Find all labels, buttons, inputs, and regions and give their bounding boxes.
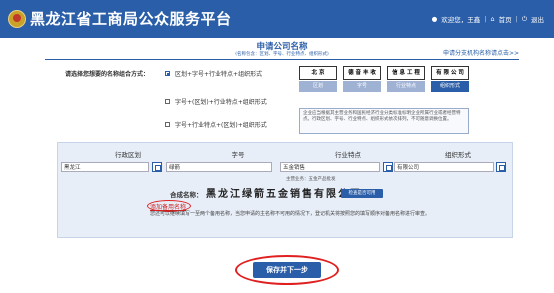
alternate-name-note: 您还可以继续填写一至两个备用名称，当您申请的主名称不可用的情况下，登记机关将按照…: [150, 211, 431, 217]
column-header-orgform: 组织形式: [445, 151, 471, 159]
example-card-region: 北 京 区划: [299, 66, 337, 92]
combo-option-2[interactable]: 字号+(区划)+行业特点+组织形式: [165, 97, 267, 106]
name-fields-box: 行政区划 字号 行业特点 组织形式 黑龙江 绿箭 五金销售 有限公司 主营业务：…: [57, 142, 513, 238]
checkbox-checked[interactable]: [165, 71, 170, 76]
user-greeting[interactable]: 欢迎您，王鑫: [441, 14, 480, 24]
logout-icon: ⏻: [521, 14, 527, 23]
home-link[interactable]: 首页: [499, 14, 512, 24]
industry-picker-icon[interactable]: [383, 162, 393, 172]
region-picker-icon[interactable]: [152, 162, 162, 172]
highlight-ellipse: [235, 255, 339, 285]
orgform-input[interactable]: 有限公司: [394, 162, 494, 172]
composed-name: 黑龙江绿箭五金销售有限公司: [206, 189, 362, 200]
composed-name-label: 合成名称：: [170, 191, 203, 199]
emblem-logo-icon: [8, 10, 26, 28]
column-header-brand: 字号: [231, 151, 245, 159]
combo-option-3[interactable]: 字号+行业特点+(区划)+组织形式: [165, 120, 267, 129]
example-chars: 德 音 丰 收: [343, 66, 381, 80]
example-tag[interactable]: 区划: [299, 81, 337, 92]
example-card-industry: 信 息 工 程 行业特点: [387, 66, 425, 92]
top-header: 黑龙江省工商局公众服务平台 ● 欢迎您，王鑫 | ⌂ 首页 | ⏻ 退出: [0, 0, 554, 38]
combo-option-label: 区划+字号+行业特点+组织形式: [175, 71, 263, 78]
example-tag[interactable]: 行业特点: [387, 81, 425, 92]
example-chars: 北 京: [299, 66, 337, 80]
example-tag[interactable]: 字号: [343, 81, 381, 92]
logout-link[interactable]: 退出: [531, 14, 544, 24]
example-card-orgform: 有 限 公 司 组织形式: [431, 66, 469, 92]
industry-input[interactable]: 五金销售: [280, 162, 380, 172]
top-navigation: ● 欢迎您，王鑫 | ⌂ 首页 | ⏻ 退出: [431, 14, 544, 25]
column-header-region: 行政区划: [115, 151, 141, 159]
orgform-picker-icon[interactable]: [496, 162, 506, 172]
checkbox[interactable]: [165, 122, 170, 127]
branch-name-link[interactable]: 申请分支机构名称请点击>>: [443, 48, 519, 57]
combo-option-1[interactable]: 区划+字号+行业特点+组织形式: [165, 69, 262, 78]
naming-note: 企业应当根据其主营业务和国民经济行业分类标准标明企业所属行业或者经营特点。行政区…: [299, 108, 469, 134]
title-divider: [45, 59, 519, 60]
industry-hint: 主营业务：五金产品批发: [286, 177, 336, 182]
example-tag-active[interactable]: 组织形式: [431, 81, 469, 92]
example-chars: 信 息 工 程: [387, 66, 425, 80]
combo-option-label: 字号+(区划)+行业特点+组织形式: [175, 99, 267, 106]
combo-option-label: 字号+行业特点+(区划)+组织形式: [175, 122, 267, 129]
example-chars: 有 限 公 司: [431, 66, 469, 80]
home-icon: ⌂: [490, 15, 495, 23]
user-icon: ●: [431, 15, 438, 23]
column-header-industry: 行业特点: [335, 151, 361, 159]
checkbox[interactable]: [165, 99, 170, 104]
combination-label: 请选择您想要的名称组合方式：: [65, 71, 150, 78]
main-panel: 申请公司名称 (名称包含：区划、字号、行业特点、组织形式) 申请分支机构名称请点…: [45, 38, 519, 293]
example-card-brand: 德 音 丰 收 字号: [343, 66, 381, 92]
nav-separator: |: [515, 15, 518, 23]
nav-separator: |: [484, 15, 487, 23]
region-input[interactable]: 黑龙江: [61, 162, 149, 172]
app-title: 黑龙江省工商局公众服务平台: [30, 10, 232, 28]
example-cards: 北 京 区划 德 音 丰 收 字号 信 息 工 程 行业特点 有 限 公 司 组…: [299, 66, 469, 92]
brand-input[interactable]: 绿箭: [166, 162, 272, 172]
check-availability-button[interactable]: 检查是否可用: [341, 189, 383, 198]
